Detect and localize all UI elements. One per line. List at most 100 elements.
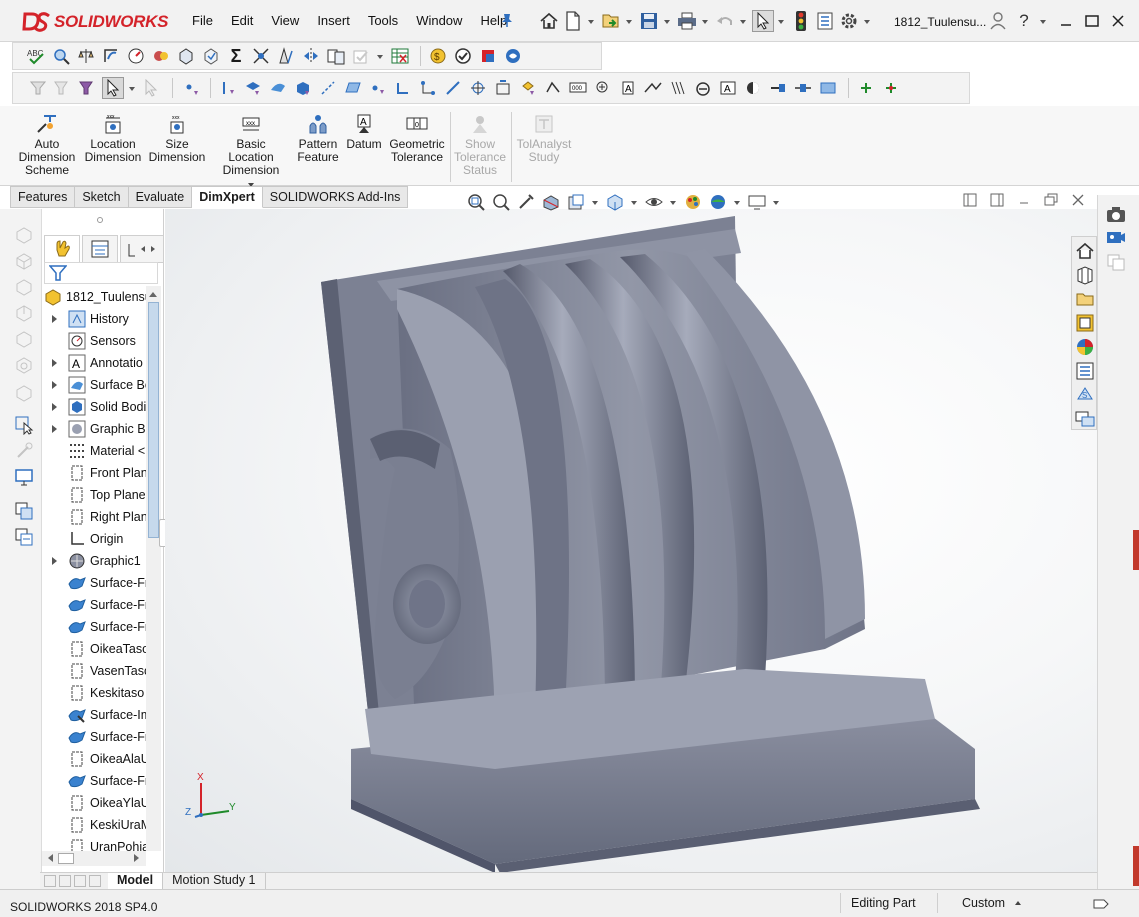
filter-vertices-icon[interactable]	[179, 77, 201, 99]
filter-surface-bodies-icon[interactable]	[267, 77, 289, 99]
open-dropdown-icon[interactable]	[624, 10, 634, 32]
sensor-icon[interactable]	[125, 45, 147, 67]
viewport-collapse-left-icon[interactable]	[963, 193, 990, 211]
select-dropdown-icon[interactable]	[776, 10, 786, 32]
view-copy-icon[interactable]	[1106, 253, 1126, 273]
deviation-analysis-icon[interactable]	[250, 45, 272, 67]
new-document-icon[interactable]	[562, 10, 584, 32]
viewport-close-icon[interactable]	[1071, 193, 1098, 211]
box-select-2-icon[interactable]	[14, 251, 36, 271]
tree-item[interactable]: KeskiUraM	[42, 814, 146, 836]
options-gear-icon[interactable]	[838, 10, 860, 32]
view-settings-icon[interactable]	[746, 191, 768, 213]
tree-item[interactable]: VasenTasc	[42, 660, 146, 682]
camera-icon[interactable]	[1106, 205, 1126, 225]
tab-solidworks-add-ins[interactable]: SOLIDWORKS Add-Ins	[262, 186, 409, 208]
filter-faces-icon[interactable]	[242, 77, 264, 99]
hide-show-items-icon[interactable]	[643, 191, 665, 213]
prev-tab-icon[interactable]	[59, 875, 71, 887]
tree-item[interactable]: Solid Bodi	[42, 396, 146, 418]
geometric-tolerance-button[interactable]: 0 Geometric Tolerance	[388, 114, 446, 164]
filter-sketch-points-icon[interactable]	[367, 77, 389, 99]
filter-pins-icon[interactable]	[855, 77, 877, 99]
box-select-6-icon[interactable]	[14, 355, 36, 375]
box-select-5-icon[interactable]	[14, 329, 36, 349]
sustainability-icon[interactable]	[477, 45, 499, 67]
zoom-to-fit-icon[interactable]	[465, 191, 487, 213]
file-properties-icon[interactable]	[814, 10, 836, 32]
check-entity-icon[interactable]	[150, 45, 172, 67]
paste-settings-icon[interactable]	[14, 527, 36, 547]
expand-arrow-icon[interactable]	[48, 554, 62, 568]
select-arrow-dropdown-icon[interactable]	[127, 77, 137, 99]
filter-dowel-pin-icon[interactable]: A	[717, 77, 739, 99]
tree-item[interactable]: OikeaYlaU	[42, 792, 146, 814]
tree-item[interactable]: Surface-Fr	[42, 726, 146, 748]
size-dimension-button[interactable]: xxx Size Dimension	[148, 114, 206, 164]
tree-item[interactable]: Origin	[42, 528, 146, 550]
menu-tools[interactable]: Tools	[359, 13, 407, 28]
datum-button[interactable]: A Datum	[344, 114, 384, 151]
save-icon[interactable]	[638, 10, 660, 32]
tab-features[interactable]: Features	[10, 186, 76, 208]
draft-analysis-icon[interactable]	[275, 45, 297, 67]
filter-cosmetic-threads-icon[interactable]	[667, 77, 689, 99]
tab-sketch[interactable]: Sketch	[75, 186, 129, 208]
minimize-icon[interactable]	[1053, 9, 1079, 33]
units-selector[interactable]: Custom	[940, 893, 1070, 913]
print-dropdown-icon[interactable]	[700, 10, 710, 32]
open-icon[interactable]	[600, 10, 622, 32]
tree-item[interactable]: Graphic1	[42, 550, 146, 572]
quick-tips-icon[interactable]	[1092, 896, 1110, 915]
menu-view[interactable]: View	[262, 13, 308, 28]
filter-centerline-icon[interactable]	[467, 77, 489, 99]
menu-file[interactable]: File	[183, 13, 222, 28]
edit-appearance-icon[interactable]	[682, 191, 704, 213]
pattern-feature-button[interactable]: Pattern Feature	[292, 114, 344, 164]
filter-datum-targets-icon[interactable]	[642, 77, 664, 99]
tree-vertical-scrollbar[interactable]	[146, 286, 161, 851]
help-dropdown-icon[interactable]	[1037, 9, 1049, 33]
filter-mate-references-icon[interactable]	[792, 77, 814, 99]
tree-item[interactable]: Surface-Im	[42, 704, 146, 726]
previous-view-icon[interactable]	[515, 191, 537, 213]
solidworks-logo[interactable]: SOLIDWORKS	[22, 9, 168, 35]
tab-motion-study-1[interactable]: Motion Study 1	[163, 872, 266, 890]
custom-properties-icon[interactable]	[1075, 361, 1095, 381]
display-style-dropdown-icon[interactable]	[629, 191, 639, 213]
solidworks-resources-home-icon[interactable]	[1075, 241, 1095, 261]
chat-icon[interactable]	[1075, 409, 1095, 429]
tab-property-manager[interactable]	[82, 235, 118, 263]
tree-item[interactable]: Sensors	[42, 330, 146, 352]
tab-configuration-manager[interactable]	[120, 235, 164, 263]
appearances-icon[interactable]	[1075, 337, 1095, 357]
help-icon[interactable]: ?	[1011, 9, 1037, 33]
graphics-area[interactable]: X Y Z	[165, 209, 1097, 873]
viewport-minimize-icon[interactable]	[1017, 193, 1044, 211]
expand-arrow-icon[interactable]	[48, 312, 62, 326]
menu-insert[interactable]: Insert	[308, 13, 359, 28]
tree-item[interactable]: Surface-Fr	[42, 594, 146, 616]
geometry-analysis-icon[interactable]	[175, 45, 197, 67]
home-icon[interactable]	[538, 10, 560, 32]
box-select-4-icon[interactable]	[14, 303, 36, 323]
tree-item[interactable]: Surface-Fr	[42, 616, 146, 638]
solidworks-forum-icon[interactable]: S	[1075, 385, 1095, 405]
new-dropdown-icon[interactable]	[586, 10, 596, 32]
tree-item[interactable]: Front Plan	[42, 462, 146, 484]
user-icon[interactable]	[985, 9, 1011, 33]
design-checker-icon[interactable]	[452, 45, 474, 67]
tree-item[interactable]: Right Plan	[42, 506, 146, 528]
first-tab-icon[interactable]	[44, 875, 56, 887]
box-select-3-icon[interactable]	[14, 277, 36, 297]
rotate-tool-icon[interactable]	[14, 441, 36, 461]
compare-documents-icon[interactable]	[325, 45, 347, 67]
flow-simulation-icon[interactable]	[502, 45, 524, 67]
scroll-left-icon[interactable]	[44, 854, 53, 862]
scroll-up-icon[interactable]	[149, 288, 157, 297]
filter-axes-icon[interactable]	[317, 77, 339, 99]
filter-notes-icon[interactable]: 000	[567, 77, 589, 99]
file-explorer-icon[interactable]	[1075, 289, 1095, 309]
filter-blocks-icon[interactable]	[692, 77, 714, 99]
tolanalyst-study-button[interactable]: TolAnalyst Study	[513, 114, 575, 164]
